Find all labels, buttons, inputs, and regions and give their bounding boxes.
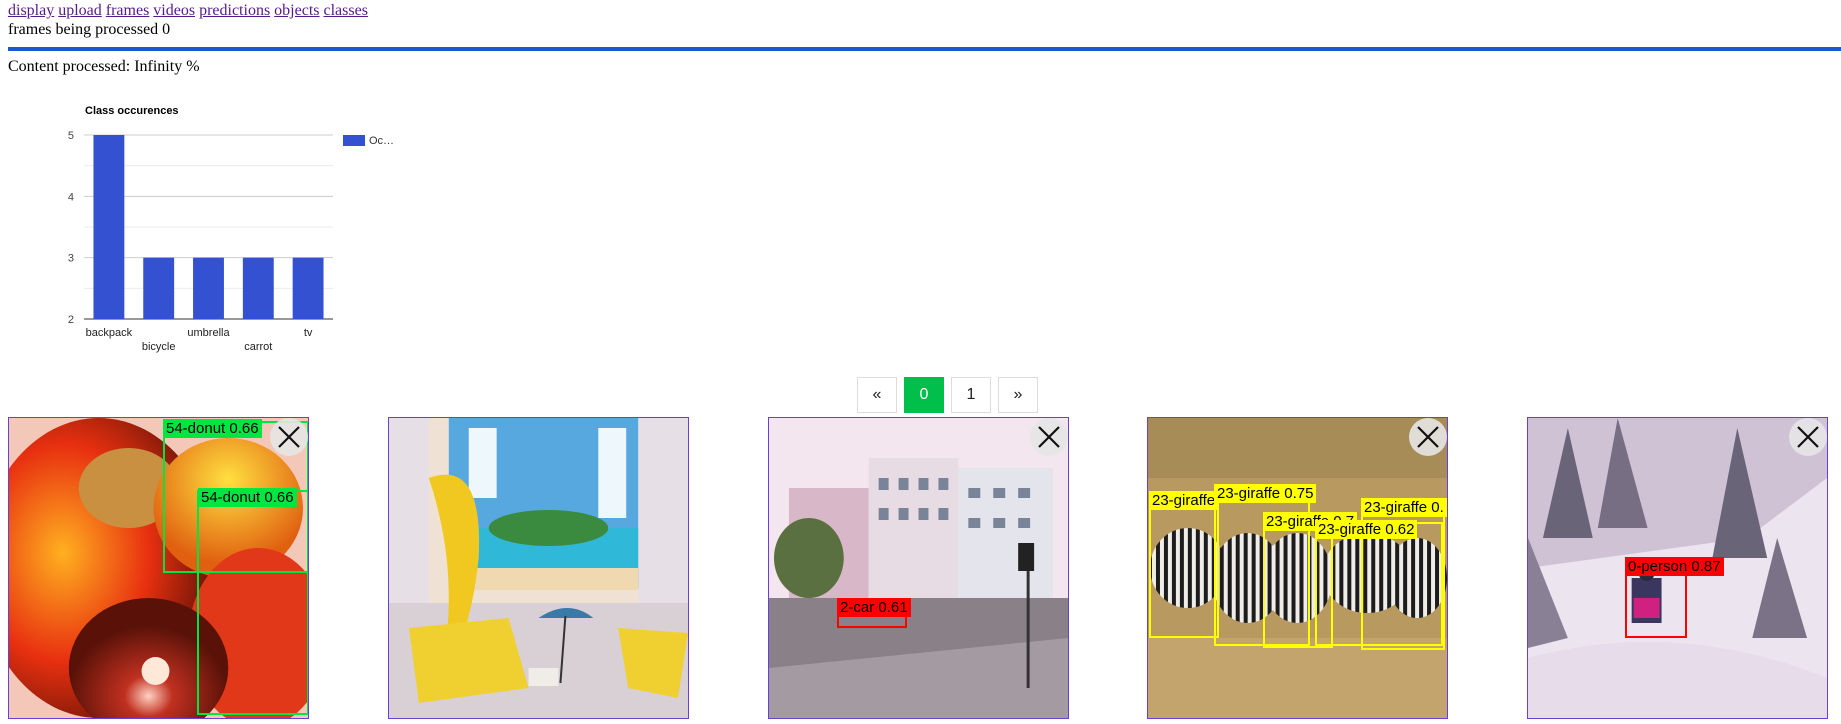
close-button[interactable]	[1789, 418, 1827, 456]
detection-box	[1625, 568, 1687, 638]
pagination-prev[interactable]: «	[857, 377, 897, 413]
progress-bar	[8, 47, 1841, 51]
chart-y-tick-label: 4	[68, 191, 74, 203]
nav-link-classes[interactable]: classes	[324, 2, 368, 19]
chart-x-tick-label: tv	[304, 327, 313, 339]
close-icon	[1417, 426, 1439, 448]
content-processed-text: Content processed: Infinity %	[8, 58, 200, 75]
chart-bar-backpack	[93, 135, 125, 319]
close-button[interactable]	[1409, 418, 1447, 456]
pagination: « 0 1 »	[857, 377, 1038, 413]
close-button[interactable]	[1030, 418, 1068, 456]
detection-box	[1149, 498, 1219, 638]
nav-link-display[interactable]: display	[8, 2, 54, 19]
chart-x-tick-label: carrot	[244, 341, 272, 353]
image-card-zebras[interactable]: 23-giraffe 23-giraffe 0.75 23-giraffe 0.…	[1147, 417, 1448, 719]
detection-label: 54-donut 0.66	[198, 488, 297, 507]
chart-bar-umbrella	[193, 257, 224, 319]
banana-beach-photo	[389, 418, 688, 718]
nav-link-predictions[interactable]: predictions	[199, 2, 270, 19]
chart-x-axis: backpack bicycle umbrella carrot tv	[86, 327, 313, 353]
pagination-page-0[interactable]: 0	[904, 377, 944, 413]
frames-processing-text: frames being processed 0	[8, 21, 171, 38]
detection-label: 0-person 0.87	[1625, 557, 1724, 576]
pagination-page-1[interactable]: 1	[951, 377, 991, 413]
street-photo	[769, 418, 1068, 718]
chart-bar-bicycle	[143, 257, 175, 319]
close-icon	[1797, 426, 1819, 448]
detection-label: 23-giraffe 0.62	[1315, 520, 1418, 539]
chart-y-tick-label: 5	[68, 130, 74, 142]
detection-label: 54-donut 0.66	[163, 419, 262, 438]
chart-y-tick-label: 2	[68, 314, 74, 326]
legend-label: Oc…	[369, 135, 394, 147]
legend-swatch	[343, 135, 365, 146]
image-card-street[interactable]: 2-car 0.61	[768, 417, 1069, 719]
chart-x-tick-label: bicycle	[142, 341, 176, 353]
close-icon	[278, 426, 300, 448]
detection-label: 23-giraffe 0.	[1361, 498, 1447, 517]
close-icon	[1038, 426, 1060, 448]
chart-x-tick-label: backpack	[86, 327, 133, 339]
detection-box	[197, 490, 308, 715]
image-card-banana-beach[interactable]	[388, 417, 689, 719]
nav-link-videos[interactable]: videos	[153, 2, 195, 19]
detection-label: 23-giraffe	[1149, 491, 1219, 510]
chart-x-tick-label: umbrella	[187, 327, 230, 339]
class-occurences-chart: Class occurences 2 3 4 5 backpack bicycle umb…	[68, 105, 394, 353]
top-nav: display upload frames videos predictions…	[8, 2, 368, 20]
chart-y-tick-label: 3	[68, 253, 74, 265]
image-card-fruit[interactable]: 54-donut 0.66 54-donut 0.66	[8, 417, 309, 719]
image-card-snow-person[interactable]: 0-person 0.87	[1527, 417, 1828, 719]
close-button[interactable]	[270, 418, 308, 456]
detection-label: 2-car 0.61	[837, 598, 911, 617]
chart-bar-tv	[292, 257, 324, 319]
pagination-next[interactable]: »	[998, 377, 1038, 413]
detection-label: 23-giraffe 0.75	[1214, 484, 1317, 503]
chart-title: Class occurences	[85, 105, 179, 117]
chart-y-axis: 2 3 4 5	[68, 130, 74, 326]
nav-link-upload[interactable]: upload	[58, 2, 102, 19]
nav-link-frames[interactable]: frames	[106, 2, 150, 19]
chart-bar-carrot	[242, 257, 274, 319]
nav-link-objects[interactable]: objects	[274, 2, 319, 19]
